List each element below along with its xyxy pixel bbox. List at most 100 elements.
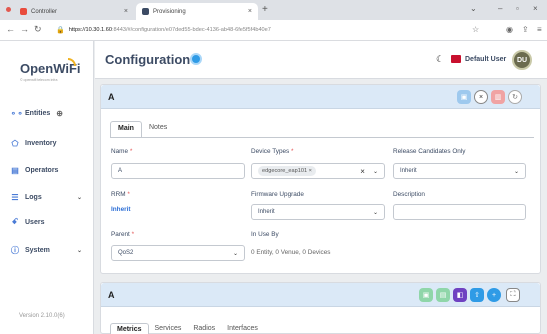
config-tabs: Main Notes (110, 121, 174, 138)
browser-tab-controller[interactable]: Controller × (14, 3, 134, 20)
tab-metrics[interactable]: Metrics (110, 323, 149, 334)
browser-tabstrip: Controller × Provisioning × + ⌄ – ▫ × (0, 0, 547, 20)
tab-radios[interactable]: Radios (187, 323, 221, 334)
in-use-value: 0 Entity, 0 Venue, 0 Devices (251, 249, 331, 256)
delete-icon[interactable]: ▥ (491, 90, 505, 104)
tab-interfaces[interactable]: Interfaces (221, 323, 264, 334)
browser-tab-title: Provisioning (153, 8, 186, 15)
view-icon[interactable]: ◧ (453, 288, 467, 302)
users-icon: ꗃ (11, 217, 19, 226)
close-tab-icon[interactable]: × (248, 8, 252, 15)
lock-icon: 🔒 (56, 27, 65, 34)
tab-divider (110, 137, 534, 138)
expand-icon[interactable]: ⛶ (506, 288, 520, 302)
sidebar-item-users[interactable]: ꗃ Users (10, 214, 90, 230)
menu-icon[interactable]: ≡ (537, 25, 542, 34)
minimize-icon[interactable]: – (498, 4, 502, 13)
avatar[interactable]: DU (512, 50, 532, 70)
tab-services[interactable]: Services (149, 323, 188, 334)
page-title: Configuration (105, 52, 191, 67)
firmware-value: Inherit (258, 209, 275, 215)
browser-tab-provisioning[interactable]: Provisioning × (136, 3, 258, 20)
sidebar-item-system[interactable]: ⓘ System ⌄ (10, 242, 90, 258)
upload-icon[interactable]: ⇧ (470, 288, 484, 302)
device-types-label: Device Types * (251, 148, 294, 155)
chevron-down-icon: ⌄ (513, 168, 519, 175)
bookmark-star-icon[interactable]: ☆ (472, 25, 479, 34)
card-header: A ▣ ▤ ◧ ⇧ + ⛶ (101, 283, 540, 307)
chevron-down-icon: ⌄ (372, 209, 378, 216)
close-window-icon[interactable]: × (533, 4, 538, 13)
sidebar-item-logs[interactable]: ☰ Logs ⌄ (10, 189, 90, 205)
back-icon[interactable]: ← (6, 24, 15, 34)
sidebar-item-inventory[interactable]: ⬠ Inventory (10, 135, 90, 151)
calendar-icon: ▤ (11, 165, 19, 175)
add-icon[interactable]: + (487, 288, 501, 302)
browser-menu-icon[interactable] (6, 7, 11, 12)
app-version: Version 2.10.0(6) (19, 313, 65, 319)
in-use-label: In Use By (251, 231, 279, 238)
user-name[interactable]: Default User (465, 56, 506, 63)
name-field[interactable]: A (111, 163, 245, 179)
import-icon[interactable]: ▤ (436, 288, 450, 302)
chevron-down-icon: ⌄ (76, 194, 82, 201)
sidebar-item-label: Users (25, 218, 45, 226)
tag-icon: ⬠ (11, 138, 19, 148)
name-value: A (118, 168, 123, 174)
sidebar-item-label: Operators (25, 166, 59, 174)
sidebar-item-operators[interactable]: ▤ Operators (10, 162, 90, 178)
tab-notes[interactable]: Notes (142, 121, 174, 138)
url-input[interactable]: 🔒 https://10.30.1.60 :8443/#/configurati… (56, 23, 466, 37)
share-icon[interactable]: ⇪ (522, 25, 529, 34)
sections-card: A ▣ ▤ ◧ ⇧ + ⛶ Metrics Services Radios In… (100, 282, 541, 334)
tab-main[interactable]: Main (110, 121, 142, 138)
reload-icon[interactable]: ↻ (34, 24, 42, 35)
address-bar: ← → ↻ 🔒 https://10.30.1.60 :8443/#/confi… (0, 20, 547, 41)
sidebar-item-label: Inventory (25, 139, 57, 147)
parent-value: QoS2 (118, 250, 134, 256)
dark-mode-icon[interactable]: ☾ (436, 54, 444, 65)
configuration-card: A ▣ × ▥ ↻ Main Notes Name * A Device Typ… (100, 84, 541, 274)
clear-icon[interactable]: × (360, 167, 365, 176)
chevron-down-icon[interactable]: ⌄ (373, 168, 378, 175)
language-flag-icon[interactable] (451, 55, 461, 63)
sidebar: OpenWiFi © openwifi telecom infra ⚬⚬ Ent… (0, 41, 94, 334)
firmware-label: Firmware Upgrade (251, 191, 304, 198)
description-label: Description (393, 191, 425, 198)
tab-list-icon[interactable]: ⌄ (470, 4, 477, 13)
url-path: :8443/#/configuration/e07ded55-bdec-4136… (111, 27, 271, 33)
info-icon: ⓘ (11, 245, 19, 255)
refresh-badge-icon[interactable] (190, 53, 202, 65)
card-title: A (108, 92, 115, 102)
firmware-select[interactable]: Inherit ⌄ (251, 204, 385, 220)
device-types-select[interactable]: edgecore_eap101 × × ⌄ (251, 163, 385, 179)
network-icon: ⚬⚬ (10, 108, 24, 118)
chevron-down-icon: ⌄ (76, 247, 82, 254)
sidebar-item-entities[interactable]: ⚬⚬ Entities ⊕ (10, 105, 90, 121)
release-select[interactable]: Inherit ⌄ (393, 163, 526, 179)
chevron-down-icon: ⌄ (232, 250, 238, 257)
parent-label: Parent * (111, 231, 135, 238)
description-input[interactable] (393, 204, 526, 220)
close-tab-icon[interactable]: × (124, 8, 128, 15)
rrm-value[interactable]: Inherit (111, 206, 131, 213)
card-header: A ▣ × ▥ ↻ (101, 85, 540, 109)
wifi-logo-icon (68, 58, 76, 66)
card-title: A (108, 290, 115, 300)
provisioning-favicon-icon (142, 8, 149, 15)
add-entity-icon[interactable]: ⊕ (56, 109, 63, 118)
forward-icon[interactable]: → (20, 24, 29, 34)
list-icon: ☰ (11, 192, 19, 202)
url-host: https://10.30.1.60 (68, 27, 112, 33)
save-icon[interactable]: ▣ (419, 288, 433, 302)
new-tab-icon[interactable]: + (262, 4, 268, 15)
shield-icon[interactable]: ◉ (506, 25, 513, 34)
sidebar-item-label: Entities (25, 109, 51, 117)
close-icon[interactable]: × (474, 90, 488, 104)
device-type-chip[interactable]: edgecore_eap101 × (258, 166, 316, 176)
controller-favicon-icon (20, 8, 27, 15)
refresh-icon[interactable]: ↻ (508, 90, 522, 104)
maximize-icon[interactable]: ▫ (516, 4, 519, 13)
parent-select[interactable]: QoS2 ⌄ (111, 245, 245, 261)
save-icon[interactable]: ▣ (457, 90, 471, 104)
